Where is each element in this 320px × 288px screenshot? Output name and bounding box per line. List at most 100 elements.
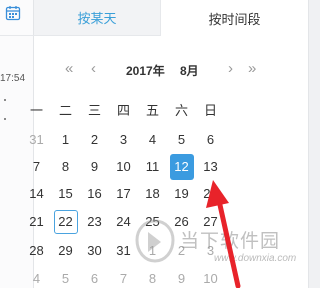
calendar-day-today[interactable]: 22: [51, 209, 80, 235]
strip-divider: [0, 35, 34, 36]
calendar-day[interactable]: 15: [51, 181, 80, 207]
calendar-day[interactable]: 21: [22, 209, 51, 235]
calendar-day[interactable]: 5: [51, 266, 80, 288]
calendar-day[interactable]: 10: [196, 266, 225, 288]
calendar-day[interactable]: 7: [109, 266, 138, 288]
day-number: 22: [53, 210, 78, 234]
calendar-day[interactable]: 5: [167, 127, 196, 153]
day-number: 8: [61, 159, 70, 174]
list-item-time: 17:54: [0, 73, 26, 84]
calendar-day[interactable]: 6: [196, 127, 225, 153]
day-number: 11: [145, 159, 160, 174]
right-scroll-strip: [308, 0, 320, 288]
day-number: 4: [32, 271, 41, 286]
day-number: 15: [58, 186, 73, 201]
year-label[interactable]: 2017年: [126, 62, 165, 79]
day-number: 14: [29, 186, 44, 201]
calendar-day[interactable]: 13: [196, 154, 225, 180]
day-number: 7: [119, 271, 128, 286]
day-number: 24: [116, 214, 131, 229]
calendar-day[interactable]: 31: [22, 127, 51, 153]
day-number: 30: [87, 243, 102, 258]
day-number: 5: [61, 271, 70, 286]
day-number: 1: [61, 132, 70, 147]
calendar-week-row: 31 1 2 3 4 5 6: [22, 127, 262, 153]
calendar-day[interactable]: 20: [196, 181, 225, 207]
day-number: 5: [177, 132, 186, 147]
ellipsis-dot: [4, 99, 6, 101]
calendar-day[interactable]: 9: [80, 154, 109, 180]
watermark-logo-icon: [135, 219, 175, 263]
day-number: 4: [148, 132, 157, 147]
calendar-day[interactable]: 16: [80, 181, 109, 207]
day-number: 8: [148, 271, 157, 286]
mode-tabs: 按某天 按时间段: [34, 0, 308, 36]
tab-by-period[interactable]: 按时间段: [160, 0, 308, 36]
watermark-url: www.downxia.com: [214, 253, 297, 264]
day-number: 19: [174, 186, 189, 201]
calendar-day-selected[interactable]: 12: [167, 154, 196, 180]
tab-by-day[interactable]: 按某天: [34, 0, 160, 36]
day-number: 10: [116, 159, 131, 174]
calendar-day[interactable]: 18: [138, 181, 167, 207]
day-number: 12: [169, 154, 194, 180]
next-month-button[interactable]: ›: [228, 60, 233, 77]
day-number: 3: [119, 132, 128, 147]
day-number: 18: [145, 186, 160, 201]
calendar-day[interactable]: 7: [22, 154, 51, 180]
prev-year-button[interactable]: «: [65, 60, 73, 77]
day-number: 6: [90, 271, 99, 286]
day-number: 7: [32, 159, 41, 174]
weekday-label: 日: [203, 103, 217, 118]
day-number: 16: [87, 186, 102, 201]
calendar-week-row: 7 8 9 10 11 12 13: [22, 154, 262, 180]
day-number: 28: [29, 243, 44, 258]
calendar-week-row: 4 5 6 7 8 9 10: [22, 266, 262, 288]
weekday-label: 六: [174, 103, 188, 118]
day-number: 23: [87, 214, 102, 229]
month-navigation: « ‹ 2017年 8月 › »: [34, 58, 308, 82]
weekday-label: 二: [58, 103, 72, 118]
calendar-day[interactable]: 3: [109, 127, 138, 153]
calendar-day[interactable]: 29: [51, 238, 80, 264]
weekday-label: 四: [116, 103, 130, 118]
weekday-label: 三: [87, 103, 101, 118]
day-number: 29: [58, 243, 73, 258]
day-number: 13: [203, 159, 218, 174]
calendar-day[interactable]: 8: [51, 154, 80, 180]
prev-month-button[interactable]: ‹: [91, 60, 96, 77]
weekday-label: 一: [29, 103, 43, 118]
calendar-day[interactable]: 23: [80, 209, 109, 235]
calendar-day[interactable]: 11: [138, 154, 167, 180]
ellipsis-dot: [4, 118, 6, 120]
calendar-day[interactable]: 14: [22, 181, 51, 207]
day-number: 20: [203, 186, 218, 201]
weekday-label: 五: [145, 103, 159, 118]
weekday-header: 一二三四五六日: [22, 100, 262, 120]
month-label[interactable]: 8月: [180, 62, 199, 79]
day-number: 31: [29, 132, 44, 147]
calendar-week-row: 14 15 16 17 18 19 20: [22, 181, 262, 207]
day-number: 2: [90, 132, 99, 147]
day-number: 10: [203, 271, 218, 286]
calendar-day[interactable]: 4: [22, 266, 51, 288]
calendar-day[interactable]: 17: [109, 181, 138, 207]
calendar-day[interactable]: 2: [80, 127, 109, 153]
day-number: 9: [177, 271, 186, 286]
calendar-day[interactable]: 8: [138, 266, 167, 288]
next-year-button[interactable]: »: [248, 60, 256, 77]
day-number: 9: [90, 159, 99, 174]
calendar-day[interactable]: 19: [167, 181, 196, 207]
day-number: 21: [29, 214, 44, 229]
day-number: 6: [206, 132, 215, 147]
calendar-icon[interactable]: [5, 5, 21, 21]
calendar-day[interactable]: 30: [80, 238, 109, 264]
calendar-day[interactable]: 9: [167, 266, 196, 288]
calendar-day[interactable]: 10: [109, 154, 138, 180]
calendar-day[interactable]: 4: [138, 127, 167, 153]
day-number: 31: [116, 243, 131, 258]
calendar-day[interactable]: 28: [22, 238, 51, 264]
day-number: 17: [116, 186, 131, 201]
calendar-day[interactable]: 1: [51, 127, 80, 153]
calendar-day[interactable]: 6: [80, 266, 109, 288]
